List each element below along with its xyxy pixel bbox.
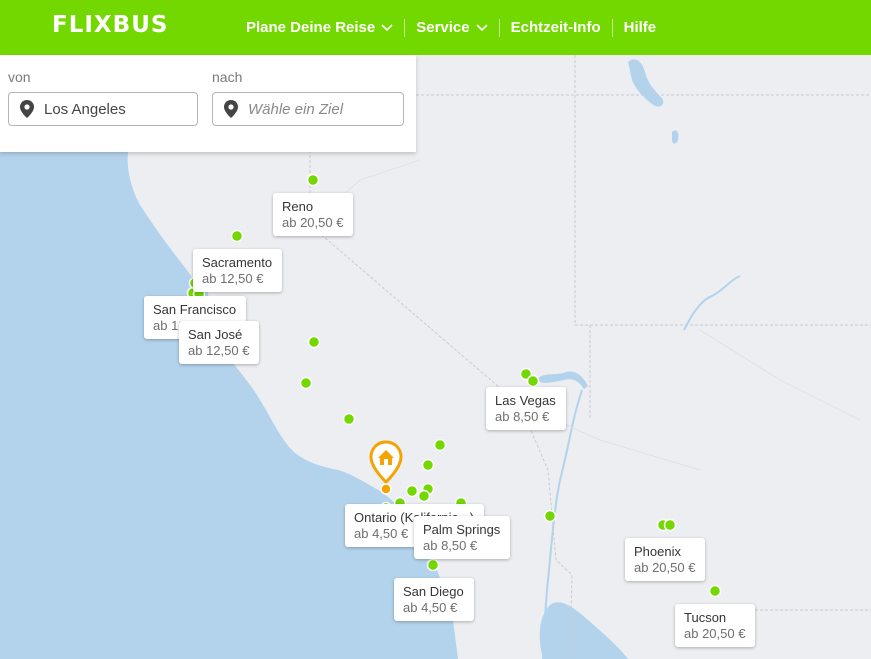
to-field[interactable] bbox=[212, 92, 404, 126]
city-price: ab 20,50 € bbox=[684, 626, 746, 641]
city-name: Reno bbox=[282, 199, 314, 214]
main-nav: Plane Deine Reise Service Echtzeit-Info … bbox=[235, 0, 667, 55]
city-name: San Diego bbox=[403, 584, 464, 599]
map-pin-icon bbox=[20, 100, 34, 118]
chevron-down-icon bbox=[476, 23, 488, 31]
city-price: ab 8,50 € bbox=[423, 538, 478, 553]
nav-service[interactable]: Service bbox=[405, 19, 498, 36]
city-name: Sacramento bbox=[202, 255, 273, 270]
nav-realtime-info-label: Echtzeit-Info bbox=[510, 19, 601, 36]
city-price: ab 20,50 € bbox=[634, 560, 696, 575]
city-name: San Francisco bbox=[153, 302, 237, 317]
city-name: Palm Springs bbox=[423, 522, 501, 537]
flixbus-logo[interactable]: FLIXBUS bbox=[52, 12, 168, 38]
city-price: ab 12,50 € bbox=[188, 343, 250, 358]
from-label: von bbox=[8, 69, 31, 85]
city-name: Phoenix bbox=[634, 544, 681, 559]
city-label[interactable]: Reno ab 20,50 € bbox=[273, 193, 354, 236]
city-price: ab 12,50 € bbox=[202, 271, 264, 286]
to-input[interactable] bbox=[248, 100, 388, 118]
from-input[interactable] bbox=[44, 100, 184, 118]
city-label[interactable]: Sacramento ab 12,50 € bbox=[193, 249, 283, 292]
city-label[interactable]: San Diego ab 4,50 € bbox=[394, 578, 474, 621]
nav-plan-trip-label: Plane Deine Reise bbox=[246, 19, 376, 36]
city-price: ab 20,50 € bbox=[282, 215, 344, 230]
city-name: Las Vegas bbox=[495, 393, 556, 408]
city-price: ab 4,50 € bbox=[403, 600, 458, 615]
city-label[interactable]: Phoenix ab 20,50 € bbox=[625, 538, 706, 581]
search-panel: von nach bbox=[0, 55, 416, 152]
nav-help[interactable]: Hilfe bbox=[613, 19, 668, 36]
map-pin-icon bbox=[224, 100, 238, 118]
origin-marker[interactable] bbox=[369, 440, 403, 496]
top-nav-bar: FLIXBUS Plane Deine Reise Service Echtze… bbox=[0, 0, 871, 55]
to-label: nach bbox=[212, 69, 243, 85]
city-name: Tucson bbox=[684, 610, 727, 625]
city-name: San José bbox=[188, 327, 243, 342]
city-price: ab 8,50 € bbox=[495, 409, 550, 424]
from-field[interactable] bbox=[8, 92, 198, 126]
city-label[interactable]: Palm Springs ab 8,50 € bbox=[414, 516, 511, 559]
nav-realtime-info[interactable]: Echtzeit-Info bbox=[500, 19, 612, 36]
nav-help-label: Hilfe bbox=[623, 19, 657, 36]
city-label[interactable]: Las Vegas ab 8,50 € bbox=[486, 387, 566, 430]
city-label[interactable]: San José ab 12,50 € bbox=[179, 321, 260, 364]
nav-plan-trip[interactable]: Plane Deine Reise bbox=[235, 19, 404, 36]
city-label[interactable]: Tucson ab 20,50 € bbox=[675, 604, 756, 647]
origin-dot bbox=[380, 483, 392, 495]
nav-service-label: Service bbox=[416, 19, 470, 36]
chevron-down-icon bbox=[381, 23, 393, 31]
